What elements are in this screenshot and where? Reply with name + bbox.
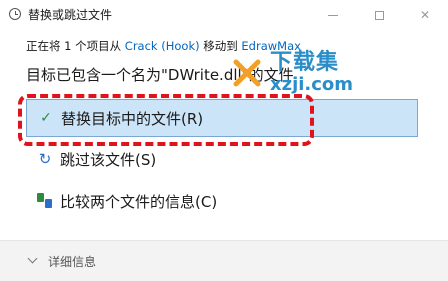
minimize-button[interactable] xyxy=(310,0,356,30)
watermark-url: xzji.com xyxy=(270,74,354,95)
compare-icon xyxy=(36,192,54,210)
watermark: 下载集 xzji.com xyxy=(218,40,388,100)
maximize-icon xyxy=(374,10,384,20)
skip-icon: ↻ xyxy=(38,150,52,168)
window-title: 替换或跳过文件 xyxy=(28,8,113,22)
chevron-down-icon[interactable] xyxy=(27,253,38,264)
compare-files-option[interactable]: 比较两个文件的信息(C) xyxy=(26,182,418,220)
highlight-annotation xyxy=(18,94,314,146)
details-toggle[interactable]: 详细信息 xyxy=(48,253,96,270)
skip-file-label: 跳过该文件(S) xyxy=(60,150,157,169)
title-bar: 替换或跳过文件 ✕ xyxy=(0,0,448,30)
minimize-icon xyxy=(328,14,338,16)
close-button[interactable]: ✕ xyxy=(402,0,448,30)
compare-files-label: 比较两个文件的信息(C) xyxy=(60,192,218,211)
watermark-text: 下载集 xyxy=(270,50,340,75)
info-prefix: 正在将 1 个项目从 xyxy=(26,39,125,53)
watermark-logo-icon xyxy=(233,59,261,87)
dialog-footer: 详细信息 xyxy=(0,240,448,281)
clock-icon xyxy=(9,8,21,20)
source-folder-link[interactable]: Crack (Hook) xyxy=(125,39,200,53)
close-icon: ✕ xyxy=(419,8,431,22)
maximize-button[interactable] xyxy=(356,0,402,30)
